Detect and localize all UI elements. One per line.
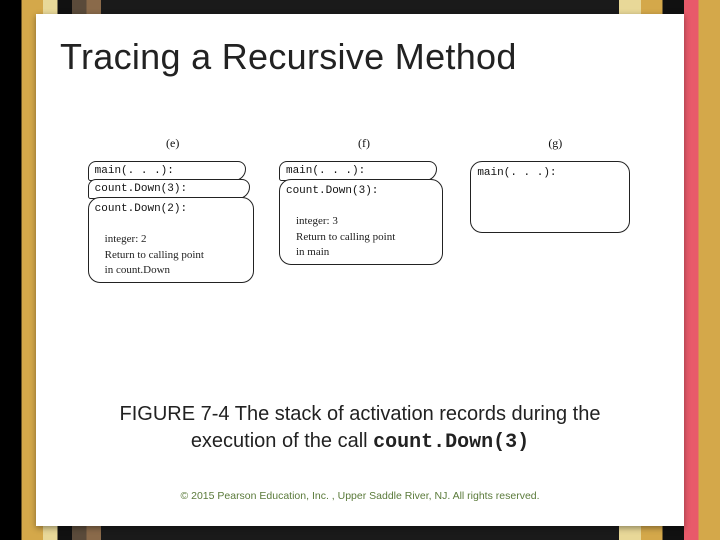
frame-text: in count.Down — [105, 264, 170, 276]
frame-text: integer: 2 — [105, 233, 147, 245]
frame-stack: main(. . .): — [470, 161, 640, 311]
frame-cd2: count.Down(2): integer: 2 Return to call… — [88, 197, 254, 283]
frame-text: count.Down(2): — [95, 203, 187, 215]
frame-main: main(. . .): — [279, 161, 437, 181]
column-label: (f) — [358, 136, 370, 151]
frame-text: main(. . .): — [477, 167, 556, 179]
figure-caption: FIGURE 7-4 The stack of activation recor… — [76, 401, 644, 456]
frame-text: count.Down(3): — [95, 183, 187, 195]
frame-cd3: count.Down(3): integer: 3 Return to call… — [279, 179, 443, 265]
slide: Tracing a Recursive Method (e) main(. . … — [36, 14, 684, 526]
stack-column-e: (e) main(. . .): count.Down(3): count.Do… — [84, 136, 261, 311]
frame-text: count.Down(3): — [286, 185, 378, 197]
frame-cd3: count.Down(3): — [88, 179, 250, 199]
copyright: © 2015 Pearson Education, Inc. , Upper S… — [36, 490, 684, 502]
frame-text: main(. . .): — [95, 165, 174, 177]
frame-main: main(. . .): — [88, 161, 246, 181]
caption-line2-pre: execution of the call — [191, 430, 373, 452]
stack-column-g: (g) main(. . .): — [467, 136, 644, 311]
frame-text: main(. . .): — [286, 165, 365, 177]
frame-stack: main(. . .): count.Down(3): integer: 3 R… — [279, 161, 449, 311]
frame-text: integer: 3 — [296, 215, 338, 227]
caption-code: count.Down(3) — [373, 431, 529, 454]
figure-area: (e) main(. . .): count.Down(3): count.Do… — [84, 136, 644, 311]
frame-text: in main — [296, 246, 329, 258]
frame-text: Return to calling point — [105, 249, 204, 261]
frame-stack: main(. . .): count.Down(3): count.Down(2… — [88, 161, 258, 311]
stack-column-f: (f) main(. . .): count.Down(3): integer:… — [275, 136, 452, 311]
column-label: (g) — [548, 136, 562, 151]
column-label: (e) — [166, 136, 179, 151]
caption-line1: FIGURE 7-4 The stack of activation recor… — [120, 403, 601, 425]
frame-main: main(. . .): — [470, 161, 630, 233]
slide-title: Tracing a Recursive Method — [36, 14, 684, 88]
frame-text: Return to calling point — [296, 231, 395, 243]
